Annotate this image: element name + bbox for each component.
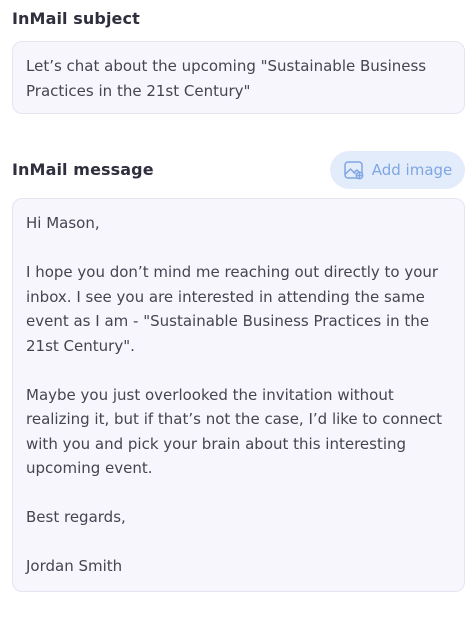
- message-text: Hi Mason, I hope you don’t mind me reach…: [26, 214, 443, 575]
- subject-input[interactable]: Let’s chat about the upcoming "Sustainab…: [12, 41, 465, 114]
- subject-text: Let’s chat about the upcoming "Sustainab…: [26, 57, 431, 100]
- image-icon: [343, 159, 365, 181]
- message-label: InMail message: [12, 160, 154, 179]
- add-image-button[interactable]: Add image: [330, 151, 465, 189]
- add-image-label: Add image: [371, 161, 453, 179]
- subject-label: InMail subject: [12, 9, 140, 28]
- message-textarea[interactable]: Hi Mason, I hope you don’t mind me reach…: [12, 198, 465, 592]
